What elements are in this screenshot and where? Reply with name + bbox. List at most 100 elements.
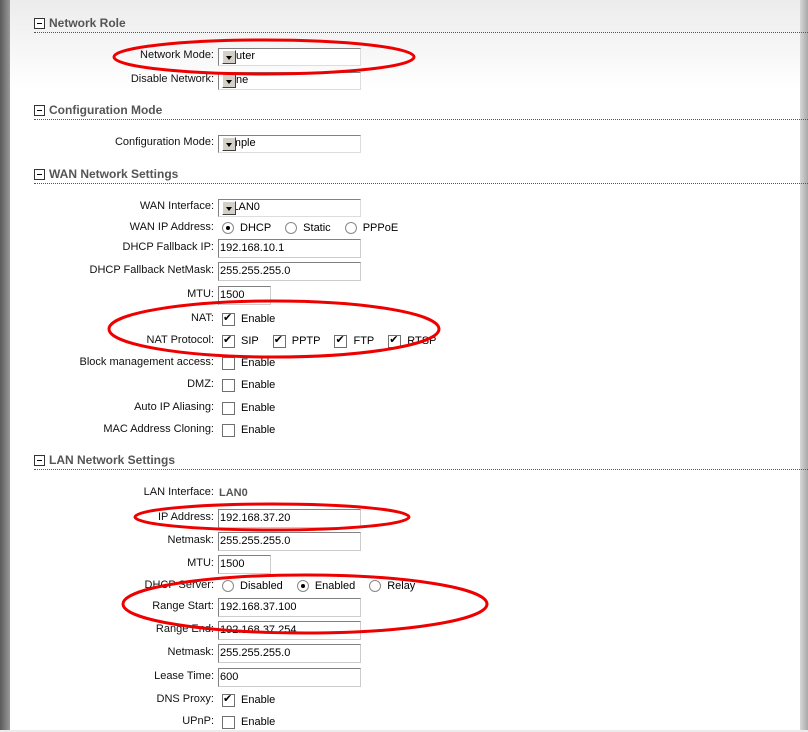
field-control: Enable (218, 712, 285, 732)
collapse-toggle-icon[interactable] (34, 105, 45, 116)
form-row-nat: NAT: Enable (0, 309, 800, 329)
radio-label: Static (303, 222, 331, 234)
field-control: 192.168.10.1 (218, 238, 361, 258)
network-mode-select[interactable]: Router (218, 47, 361, 66)
field-control: Router (218, 46, 361, 66)
field-control: SIP PPTP FTP RTSP (218, 331, 446, 351)
field-label: Configuration Mode: (114, 136, 214, 148)
form-row-dhcp-server: DHCP Server: Disabled Enabled Relay (0, 576, 800, 596)
field-label: Netmask: (167, 646, 214, 658)
field-label: Disable Network: (130, 73, 214, 85)
mtu-input-value: 1500 (220, 288, 245, 301)
dmz-enable-checkbox[interactable] (222, 378, 235, 392)
chevron-down-icon[interactable] (222, 200, 236, 215)
nat-protocol-sip-checkbox[interactable] (222, 333, 235, 348)
dhcp-fallback-ip-input[interactable]: 192.168.10.1 (218, 238, 361, 258)
lease-time-input-value: 600 (220, 670, 239, 683)
collapse-toggle-icon[interactable] (34, 169, 45, 180)
section-header-lan-network-settings: LAN Network Settings (34, 453, 808, 470)
field-control: Enable (218, 420, 285, 440)
field-control: Enable (218, 690, 285, 710)
field-control: WLAN0 (218, 197, 361, 217)
wan-ip-address-pppoe-radio[interactable] (344, 222, 357, 234)
form-row-network-mode: Network Mode: Router (0, 46, 800, 66)
form-row-configuration-mode: Configuration Mode: Simple (0, 133, 800, 153)
range-end-input-value: 192.168.37.254 (220, 623, 297, 636)
netmask-input-value: 255.255.255.0 (220, 646, 291, 659)
wan-interface-select[interactable]: WLAN0 (218, 198, 361, 217)
netmask-input-value: 255.255.255.0 (220, 534, 291, 547)
dhcp-server-relay-radio[interactable] (369, 580, 382, 592)
form-row-netmask: Netmask: 255.255.255.0 (0, 531, 800, 551)
radio-label: PPPoE (362, 222, 399, 234)
field-label: DMZ: (187, 378, 214, 390)
field-label: DHCP Fallback IP: (122, 241, 215, 253)
field-label: Auto IP Aliasing: (134, 401, 214, 413)
field-control: Enable (218, 353, 285, 373)
checkbox-label: Enable (241, 379, 276, 391)
configuration-mode-select[interactable]: Simple (218, 134, 361, 153)
lease-time-input[interactable]: 600 (218, 667, 361, 687)
field-control: 1500 (218, 285, 271, 305)
field-label: UPnP: (182, 715, 214, 727)
nat-protocol-rtsp-checkbox[interactable] (388, 333, 402, 348)
field-label: MTU: (187, 557, 214, 569)
field-control: 255.255.255.0 (218, 261, 361, 281)
netmask-input[interactable]: 255.255.255.0 (218, 531, 361, 551)
dns-proxy-enable-checkbox[interactable] (222, 692, 235, 707)
mac-address-cloning-enable-checkbox[interactable] (222, 423, 235, 437)
field-label: Range Start: (152, 600, 214, 612)
dhcp-fallback-netmask-input[interactable]: 255.255.255.0 (218, 261, 361, 281)
auto-ip-aliasing-enable-checkbox[interactable] (222, 401, 235, 415)
form-row-ip-address: IP Address: 192.168.37.20 (0, 508, 800, 528)
field-label: Range End: (155, 623, 214, 635)
dhcp-fallback-ip-input-value: 192.168.10.1 (220, 241, 285, 254)
ip-address-input[interactable]: 192.168.37.20 (218, 508, 361, 528)
mtu-input[interactable]: 1500 (218, 554, 271, 574)
wan-ip-address-static-radio[interactable] (285, 222, 298, 234)
field-label: WAN IP Address: (129, 221, 214, 233)
section-title: WAN Network Settings (49, 167, 179, 181)
upnp-enable-checkbox[interactable] (222, 715, 235, 729)
field-label: Network Mode: (140, 49, 214, 61)
checkbox-label: Enable (241, 424, 276, 436)
field-label: DHCP Server: (144, 579, 214, 591)
form-row-mtu: MTU: 1500 (0, 285, 800, 305)
form-row-mac-address-cloning: MAC Address Cloning: Enable (0, 420, 800, 440)
nat-protocol-pptp-checkbox[interactable] (272, 333, 286, 348)
mtu-input[interactable]: 1500 (218, 285, 271, 305)
block-management-access-enable-checkbox[interactable] (222, 356, 235, 370)
mtu-input-value: 1500 (220, 557, 245, 570)
dhcp-server-disabled-radio[interactable] (222, 580, 234, 592)
section-title: Configuration Mode (49, 103, 163, 117)
collapse-toggle-icon[interactable] (34, 18, 45, 29)
radio-label: Enabled (314, 580, 356, 592)
form-row-lan-interface: LAN Interface: LAN0 (0, 483, 800, 503)
form-row-dns-proxy: DNS Proxy: Enable (0, 690, 800, 710)
dhcp-server-enabled-radio[interactable] (296, 580, 309, 592)
field-control: DHCP Static PPPoE (218, 218, 408, 238)
form-row-dhcp-fallback-ip: DHCP Fallback IP: 192.168.10.1 (0, 238, 800, 258)
range-end-input[interactable]: 192.168.37.254 (218, 620, 361, 640)
checkbox-label: Enable (241, 402, 276, 414)
nat-enable-checkbox[interactable] (222, 311, 235, 326)
collapse-toggle-icon[interactable] (34, 455, 45, 466)
field-control: 600 (218, 667, 361, 687)
netmask-input[interactable]: 255.255.255.0 (218, 643, 361, 663)
field-control: 1500 (218, 554, 271, 574)
nat-protocol-ftp-checkbox[interactable] (334, 333, 348, 348)
field-control: Enable (218, 398, 285, 418)
wan-ip-address-dhcp-radio[interactable] (222, 222, 234, 234)
field-control: Disabled Enabled Relay (218, 576, 425, 596)
checkbox-label: RTSP (407, 335, 437, 347)
field-control: 192.168.37.20 (218, 508, 361, 528)
field-control: Enable (218, 309, 285, 329)
range-start-input-value: 192.168.37.100 (220, 600, 297, 613)
disable-network-select[interactable]: None (218, 71, 361, 90)
chevron-down-icon[interactable] (222, 49, 236, 64)
field-control: 255.255.255.0 (218, 531, 361, 551)
chevron-down-icon[interactable] (222, 73, 236, 88)
range-start-input[interactable]: 192.168.37.100 (218, 597, 361, 617)
field-label: MAC Address Cloning: (103, 423, 214, 435)
chevron-down-icon[interactable] (222, 136, 236, 151)
